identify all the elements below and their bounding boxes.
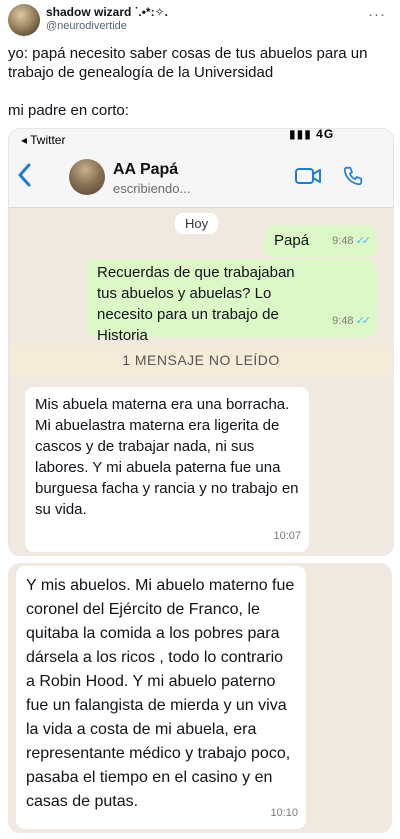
message-bubble-outgoing: Recuerdas de que trabajaban tus abuelos … [87, 259, 376, 344]
phone-icon [342, 165, 364, 192]
message-bubble-outgoing: Papá 9:48 ✓✓ [264, 225, 376, 257]
double-check-icon: ✓✓ [355, 235, 372, 247]
date-separator: Hoy [175, 213, 219, 234]
message-time: 9:48 ✓✓ [332, 315, 372, 327]
unread-messages-banner: 1 MENSAJE NO LEÍDO [9, 345, 393, 376]
message-bubble-incoming: Mis abuela materna era una borracha. Mi … [25, 387, 309, 552]
tweet-line-1: yo: papá necesito saber cosas de tus abu… [8, 45, 368, 81]
chat-screenshot-2[interactable]: Y mis abuelos. Mi abuelo materno fue cor… [8, 563, 392, 833]
tweet-line-2: mi padre en corto: [8, 102, 129, 119]
contact-status: escribiendo... [113, 181, 191, 196]
back-to-twitter: ◂ Twitter [21, 133, 66, 147]
message-text: Papá [274, 232, 310, 249]
tweet-text: yo: papá necesito saber cosas de tus abu… [8, 44, 396, 120]
message-text: Recuerdas de que trabajaban tus abuelos … [97, 264, 295, 344]
message-text: Y mis abuelos. Mi abuelo materno fue cor… [26, 577, 295, 810]
double-check-icon: ✓✓ [355, 315, 372, 327]
contact-avatar [69, 159, 105, 195]
message-time: 10:07 [273, 530, 301, 542]
message-time: 9:48 ✓✓ [332, 235, 372, 247]
avatar[interactable] [8, 4, 40, 36]
signal-indicator: ▮▮▮ 4G [289, 128, 335, 141]
more-options-button[interactable]: ··· [368, 6, 386, 23]
contact-name: AA Papá [113, 161, 179, 178]
display-name[interactable]: shadow wizard ᐝ.•*:✧. [46, 5, 168, 19]
user-handle[interactable]: @neurodivertide [46, 20, 127, 32]
status-bar: ◂ Twitter ▮▮▮ 4G [9, 129, 393, 149]
chevron-left-icon [17, 163, 31, 191]
chat-screenshot[interactable]: ◂ Twitter ▮▮▮ 4G AA Papá escribiendo... … [8, 128, 394, 556]
message-time: 10:10 [270, 807, 298, 819]
message-bubble-incoming: Y mis abuelos. Mi abuelo materno fue cor… [16, 566, 306, 829]
tweet-header: shadow wizard ᐝ.•*:✧. @neurodivertide ··… [0, 0, 400, 40]
message-text: Mis abuela materna era una borracha. Mi … [35, 396, 299, 518]
video-camera-icon [294, 166, 322, 191]
chat-header: AA Papá escribiendo... [9, 149, 393, 208]
